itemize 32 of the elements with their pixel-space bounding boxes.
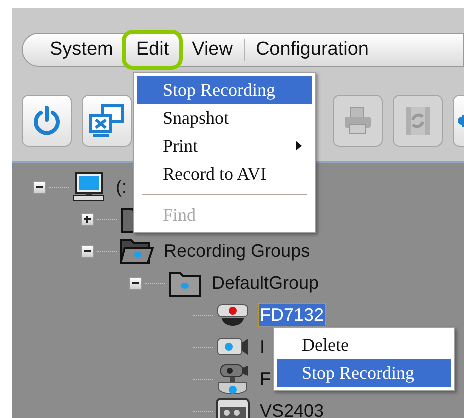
menu-item[interactable]: Edit — [125, 33, 180, 67]
open-folder-icon — [120, 237, 154, 265]
collapse-icon[interactable] — [33, 180, 46, 194]
menu-item[interactable]: Print — [137, 132, 312, 160]
ptz-camera-icon — [216, 363, 250, 395]
expand-icon[interactable] — [81, 212, 94, 226]
menu-item[interactable]: Record to AVI — [137, 160, 312, 188]
menu-item[interactable]: Configuration — [244, 33, 380, 67]
video-server-icon — [215, 397, 251, 418]
menu-item[interactable]: Delete — [277, 331, 451, 359]
tree-item[interactable]: FD7132 — [259, 304, 326, 326]
toolbar-button[interactable] — [82, 95, 132, 147]
tree-item[interactable]: DefaultGroup — [211, 272, 320, 294]
computer-icon — [73, 171, 105, 203]
toolbar-button[interactable] — [22, 95, 72, 147]
folder-icon — [169, 269, 201, 297]
printer-icon — [342, 105, 374, 137]
tree-item[interactable]: F — [259, 368, 272, 390]
menu-item[interactable]: Stop Recording — [137, 76, 312, 104]
power-icon — [31, 105, 63, 137]
tree-item[interactable]: VS2403 — [259, 400, 326, 418]
tree-item[interactable]: Recording Groups — [163, 240, 312, 262]
menu-item[interactable]: System — [39, 33, 124, 67]
tree-item[interactable]: (: — [115, 176, 128, 198]
menu-item[interactable]: Snapshot — [137, 104, 312, 132]
collapse-icon[interactable] — [81, 244, 94, 258]
submenu-arrow-icon — [296, 141, 302, 151]
collapse-icon[interactable] — [129, 276, 142, 290]
monitors-icon — [89, 104, 125, 138]
menu-item[interactable]: View — [181, 33, 244, 67]
menu-item[interactable]: Stop Recording — [277, 359, 451, 387]
tree-item[interactable]: I — [259, 336, 266, 358]
